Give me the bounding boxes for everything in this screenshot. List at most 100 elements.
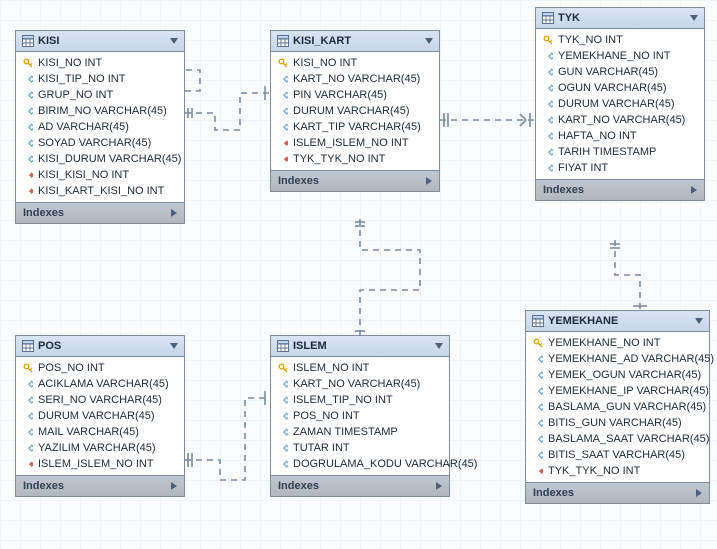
field-row[interactable]: DURUM VARCHAR(45) — [16, 408, 184, 424]
field-row[interactable]: OGUN VARCHAR(45) — [536, 80, 704, 96]
column-icon — [543, 115, 553, 125]
field-label: DURUM VARCHAR(45) — [558, 98, 675, 110]
field-row[interactable]: KISI_NO INT — [271, 55, 439, 71]
field-label: ISLEM_TIP_NO INT — [293, 394, 393, 406]
field-row[interactable]: ISLEM_NO INT — [271, 360, 449, 376]
column-icon — [278, 122, 288, 132]
field-row[interactable]: TUTAR INT — [271, 440, 449, 456]
field-row[interactable]: KART_TIP VARCHAR(45) — [271, 119, 439, 135]
field-row[interactable]: BASLAMA_GUN VARCHAR(45) — [526, 399, 709, 415]
table-header[interactable]: TYK — [536, 8, 704, 29]
field-label: YEMEKHANE_IP VARCHAR(45) — [548, 385, 709, 397]
field-label: DURUM VARCHAR(45) — [293, 105, 410, 117]
chevron-right-icon[interactable] — [436, 482, 442, 490]
field-row[interactable]: BITIS_SAAT VARCHAR(45) — [526, 447, 709, 463]
field-row[interactable]: YEMEK_OGUN VARCHAR(45) — [526, 367, 709, 383]
column-icon — [543, 67, 553, 77]
field-row[interactable]: DURUM VARCHAR(45) — [536, 96, 704, 112]
field-row[interactable]: TARIH TIMESTAMP — [536, 144, 704, 160]
field-row[interactable]: SOYAD VARCHAR(45) — [16, 135, 184, 151]
field-row[interactable]: KISI_NO INT — [16, 55, 184, 71]
field-row[interactable]: HAFTA_NO INT — [536, 128, 704, 144]
field-row[interactable]: ISLEM_ISLEM_NO INT — [271, 135, 439, 151]
chevron-right-icon[interactable] — [426, 177, 432, 185]
table-header[interactable]: POS — [16, 336, 184, 357]
field-row[interactable]: TYK_TYK_NO INT — [271, 151, 439, 167]
chevron-right-icon[interactable] — [171, 209, 177, 217]
key-icon — [533, 338, 543, 348]
field-row[interactable]: KISI_DURUM VARCHAR(45) — [16, 151, 184, 167]
field-row[interactable]: BIRIM_NO VARCHAR(45) — [16, 103, 184, 119]
field-label: KART_NO VARCHAR(45) — [558, 114, 685, 126]
table-title: KISI — [38, 35, 166, 47]
field-row[interactable]: YAZILIM VARCHAR(45) — [16, 440, 184, 456]
entity-table-islem[interactable]: ISLEM ISLEM_NO INTKART_NO VARCHAR(45) ISLE… — [270, 335, 450, 497]
chevron-down-icon[interactable] — [690, 15, 698, 21]
table-header[interactable]: ISLEM — [271, 336, 449, 357]
chevron-right-icon[interactable] — [691, 186, 697, 194]
field-row[interactable]: KART_NO VARCHAR(45) — [271, 71, 439, 87]
field-list: YEMEKHANE_NO INTYEMEKHANE_AD VARCHAR(45)… — [526, 332, 709, 482]
table-header[interactable]: KISI_KART — [271, 31, 439, 52]
chevron-down-icon[interactable] — [425, 38, 433, 44]
foreign-key-icon — [278, 138, 288, 148]
field-row[interactable]: DOGRULAMA_KODU VARCHAR(45) — [271, 456, 449, 472]
field-row[interactable]: KISI_TIP_NO INT — [16, 71, 184, 87]
field-row[interactable]: KART_NO VARCHAR(45) — [536, 112, 704, 128]
field-row[interactable]: POS_NO INT — [271, 408, 449, 424]
chevron-right-icon[interactable] — [171, 482, 177, 490]
field-row[interactable]: KISI_KISI_NO INT — [16, 167, 184, 183]
entity-table-kisi[interactable]: KISI KISI_NO INTKISI_TIP_NO INTGRUP_NO IN… — [15, 30, 185, 224]
column-icon — [533, 434, 543, 444]
table-header[interactable]: KISI — [16, 31, 184, 52]
table-title: ISLEM — [293, 340, 431, 352]
entity-table-yemekhane[interactable]: YEMEKHANEYEMEKHANE_NO INTYEMEKHANE_AD VA… — [525, 310, 710, 504]
indexes-section[interactable]: Indexes — [16, 475, 184, 496]
field-label: SERI_NO VARCHAR(45) — [38, 394, 162, 406]
entity-table-tyk[interactable]: TYK TYK_NO INTYEMEKHANE_NO INTGUN VARCHAR… — [535, 7, 705, 201]
field-row[interactable]: FIYAT INT — [536, 160, 704, 176]
foreign-key-icon — [23, 459, 33, 469]
field-row[interactable]: TYK_TYK_NO INT — [526, 463, 709, 479]
chevron-right-icon[interactable] — [696, 489, 702, 497]
field-row[interactable]: MAIL VARCHAR(45) — [16, 424, 184, 440]
column-icon — [23, 138, 33, 148]
field-row[interactable]: TYK_NO INT — [536, 32, 704, 48]
field-row[interactable]: POS_NO INT — [16, 360, 184, 376]
chevron-down-icon[interactable] — [435, 343, 443, 349]
field-row[interactable]: YEMEKHANE_IP VARCHAR(45) — [526, 383, 709, 399]
field-row[interactable]: ISLEM_TIP_NO INT — [271, 392, 449, 408]
entity-table-pos[interactable]: POS POS_NO INTACIKLAMA VARCHAR(45) SERI_NO… — [15, 335, 185, 497]
field-label: FIYAT INT — [558, 162, 608, 174]
field-row[interactable]: YEMEKHANE_NO INT — [536, 48, 704, 64]
field-row[interactable]: GRUP_NO INT — [16, 87, 184, 103]
indexes-section[interactable]: Indexes — [271, 475, 449, 496]
field-row[interactable]: GUN VARCHAR(45) — [536, 64, 704, 80]
table-header[interactable]: YEMEKHANE — [526, 311, 709, 332]
indexes-section[interactable]: Indexes — [16, 202, 184, 223]
field-row[interactable]: ZAMAN TIMESTAMP — [271, 424, 449, 440]
field-row[interactable]: PIN VARCHAR(45) — [271, 87, 439, 103]
field-row[interactable]: KISI_KART_KISI_NO INT — [16, 183, 184, 199]
field-row[interactable]: DURUM VARCHAR(45) — [271, 103, 439, 119]
indexes-section[interactable]: Indexes — [526, 482, 709, 503]
indexes-label: Indexes — [278, 175, 319, 187]
field-row[interactable]: SERI_NO VARCHAR(45) — [16, 392, 184, 408]
field-row[interactable]: ACIKLAMA VARCHAR(45) — [16, 376, 184, 392]
field-row[interactable]: AD VARCHAR(45) — [16, 119, 184, 135]
field-label: KISI_KISI_NO INT — [38, 169, 129, 181]
foreign-key-icon — [23, 186, 33, 196]
field-row[interactable]: KART_NO VARCHAR(45) — [271, 376, 449, 392]
chevron-down-icon[interactable] — [695, 318, 703, 324]
entity-table-kisi_kart[interactable]: KISI_KART KISI_NO INTKART_NO VARCHAR(45)P… — [270, 30, 440, 192]
chevron-down-icon[interactable] — [170, 343, 178, 349]
field-label: BIRIM_NO VARCHAR(45) — [38, 105, 167, 117]
field-row[interactable]: YEMEKHANE_AD VARCHAR(45) — [526, 351, 709, 367]
field-row[interactable]: BASLAMA_SAAT VARCHAR(45) — [526, 431, 709, 447]
field-row[interactable]: BITIS_GUN VARCHAR(45) — [526, 415, 709, 431]
field-row[interactable]: ISLEM_ISLEM_NO INT — [16, 456, 184, 472]
indexes-section[interactable]: Indexes — [536, 179, 704, 200]
indexes-section[interactable]: Indexes — [271, 170, 439, 191]
chevron-down-icon[interactable] — [170, 38, 178, 44]
field-row[interactable]: YEMEKHANE_NO INT — [526, 335, 709, 351]
